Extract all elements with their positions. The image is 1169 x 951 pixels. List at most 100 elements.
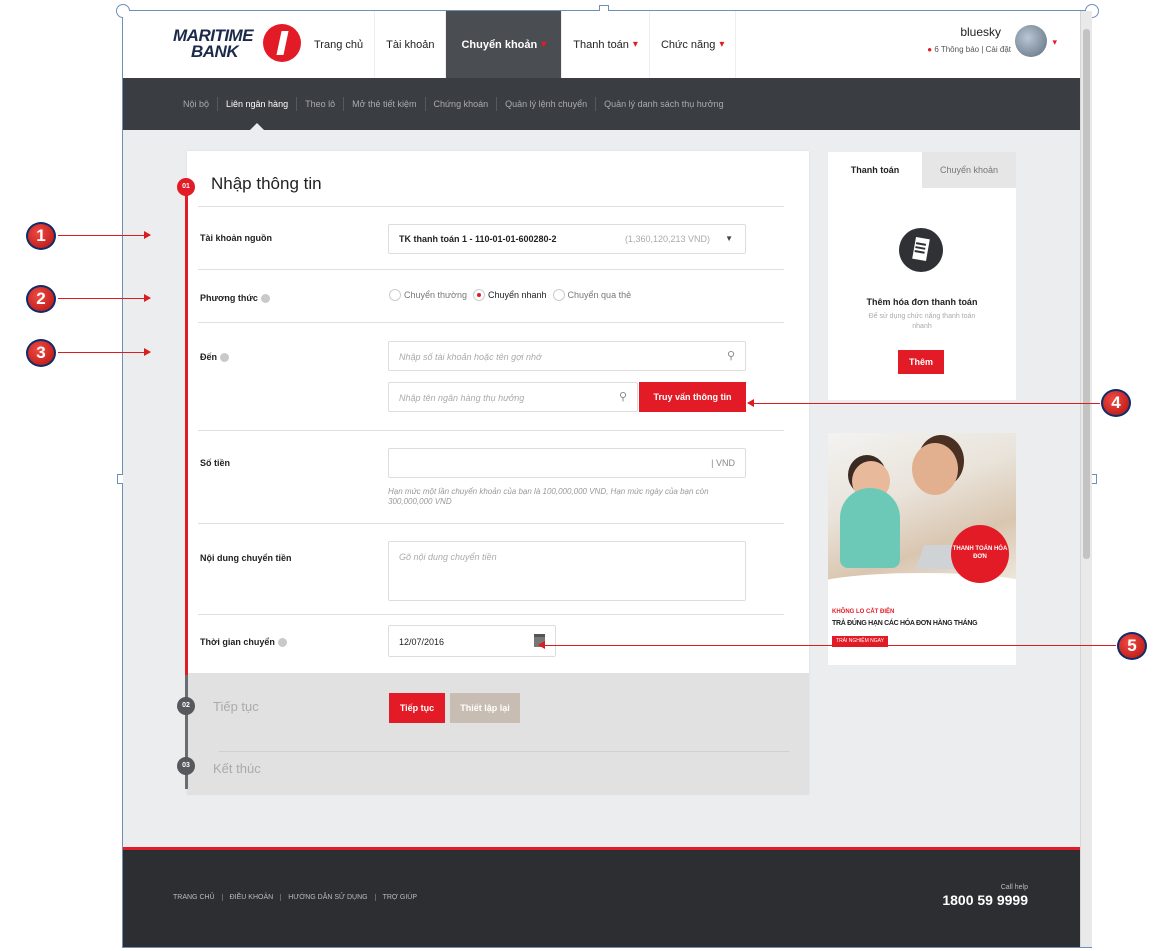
annotation-arrow-1 xyxy=(58,231,151,239)
subnav-savings[interactable]: Mở thẻ tiết kiệm xyxy=(344,97,426,111)
page-scrollbar[interactable] xyxy=(1080,11,1092,947)
promo-subline: TRẢ ĐÚNG HẠN CÁC HÓA ĐƠN HÀNG THÁNG xyxy=(832,620,978,627)
subnav-transfer-orders[interactable]: Quản lý lệnh chuyển xyxy=(497,97,597,111)
continue-button[interactable]: Tiếp tục xyxy=(389,693,445,723)
promo-photo-mother xyxy=(912,443,958,495)
subnav-securities[interactable]: Chứng khoán xyxy=(426,97,498,111)
annotation-marker-3: 3 xyxy=(26,339,56,367)
step-badge-1: 01 xyxy=(177,178,195,196)
transfer-time-label: Thời gian chuyển xyxy=(200,637,287,648)
footer-links: TRANG CHỦ ĐIỀU KHOẢN HƯỚNG DẪN SỬ DỤNG T… xyxy=(173,894,424,901)
divider xyxy=(198,322,784,323)
nav-features[interactable]: Chức năng ▾ xyxy=(650,11,737,78)
user-menu[interactable]: bluesky ● 6 Thông báo | Cài đặt ▾ xyxy=(873,25,1073,65)
invoice-icon xyxy=(899,228,943,272)
footer-link-help[interactable]: TRỢ GIÚP xyxy=(376,894,424,901)
footer-link-home[interactable]: TRANG CHỦ xyxy=(173,894,223,901)
hotline-number[interactable]: 1800 59 9999 xyxy=(942,892,1028,908)
panel-tabs: Thanh toán Chuyển khoản xyxy=(828,152,1016,188)
subnav-internal[interactable]: Nội bộ xyxy=(175,97,219,111)
notifications-link[interactable]: 6 Thông báo xyxy=(934,45,979,54)
annotation-marker-2: 2 xyxy=(26,285,56,313)
radio-standard[interactable]: Chuyển thường xyxy=(389,289,467,301)
user-name: bluesky xyxy=(960,25,1001,39)
chevron-down-icon: ▾ xyxy=(632,39,638,50)
tab-transfer[interactable]: Chuyển khoản xyxy=(922,152,1016,188)
search-icon[interactable]: ⚲ xyxy=(619,390,627,403)
avatar[interactable] xyxy=(1015,25,1047,57)
next-steps-band xyxy=(187,673,809,795)
panel-description: Để sử dụng chức năng thanh toán nhanh xyxy=(868,313,976,330)
scrollbar-thumb[interactable] xyxy=(1083,29,1090,559)
annotation-marker-5: 5 xyxy=(1117,632,1147,660)
promo-headline: KHÔNG LO CẮT ĐIỆN xyxy=(832,609,895,615)
divider xyxy=(198,269,784,270)
reset-button[interactable]: Thiết lập lại xyxy=(450,693,520,723)
annotation-arrow-4 xyxy=(747,399,1100,407)
maritime-bank-logo[interactable]: MARITIME BANK xyxy=(173,24,301,66)
amount-input[interactable]: | VND xyxy=(388,448,746,478)
recipient-account-input[interactable]: Nhập số tài khoản hoặc tên gợi nhớ ⚲ xyxy=(388,341,746,371)
search-icon[interactable]: ⚲ xyxy=(727,349,735,362)
source-account-label: Tài khoản nguồn xyxy=(200,233,272,243)
radio-fast[interactable]: Chuyển nhanh xyxy=(472,289,547,301)
limit-hint: Hạn mức một lần chuyển khoản của bạn là … xyxy=(388,487,709,506)
step-badge-3: 03 xyxy=(177,757,195,775)
annotation-marker-4: 4 xyxy=(1101,389,1131,417)
logo-mark-icon xyxy=(263,24,301,62)
footer-link-terms[interactable]: ĐIỀU KHOẢN xyxy=(223,894,282,901)
bell-icon[interactable]: ● xyxy=(927,45,932,54)
transfer-date-input[interactable]: 12/07/2016 xyxy=(388,625,556,657)
nav-transfer[interactable]: Chuyển khoản ▾ xyxy=(446,11,563,78)
content-label: Nội dung chuyển tiền xyxy=(200,553,292,563)
method-radio-group: Chuyển thường Chuyển nhanh Chuyển qua th… xyxy=(389,289,637,301)
nav-payment[interactable]: Thanh toán ▾ xyxy=(562,11,650,78)
screenshot-canvas: MARITIME BANK Trang chủ Tài khoản Chuyển… xyxy=(0,0,1169,951)
divider xyxy=(198,430,784,431)
add-invoice-button[interactable]: Thêm xyxy=(898,350,944,374)
chevron-down-icon[interactable]: ▾ xyxy=(1052,37,1057,48)
chevron-down-icon: ▾ xyxy=(541,39,547,50)
promo-banner[interactable]: THANH TOÁN HÓA ĐƠN KHÔNG LO CẮT ĐIỆN TRẢ… xyxy=(828,433,1016,665)
method-label: Phương thức xyxy=(200,293,270,304)
sub-nav: Nội bộ Liên ngân hàng Theo lô Mở thẻ tiế… xyxy=(123,78,1080,130)
radio-card[interactable]: Chuyển qua thẻ xyxy=(552,289,631,301)
info-icon[interactable] xyxy=(220,353,230,363)
promo-badge: THANH TOÁN HÓA ĐƠN xyxy=(951,525,1009,583)
user-links: ● 6 Thông báo | Cài đặt xyxy=(927,45,1011,54)
annotation-arrow-2 xyxy=(58,294,151,302)
nav-home[interactable]: Trang chủ xyxy=(303,11,376,78)
recipient-bank-input[interactable]: Nhập tên ngân hàng thụ hưởng ⚲ xyxy=(388,382,638,412)
divider xyxy=(198,523,784,524)
chevron-down-icon: ▾ xyxy=(719,39,725,50)
dropdown-arrow-icon: ▼ xyxy=(725,234,733,243)
site-header: MARITIME BANK Trang chủ Tài khoản Chuyển… xyxy=(123,11,1080,78)
lookup-button[interactable]: Truy vấn thông tin xyxy=(639,382,746,412)
subnav-beneficiaries[interactable]: Quản lý danh sách thụ hưởng xyxy=(596,97,732,111)
step-badge-2: 02 xyxy=(177,697,195,715)
settings-link[interactable]: Cài đặt xyxy=(986,45,1011,54)
tab-payment[interactable]: Thanh toán xyxy=(828,152,922,188)
info-icon[interactable] xyxy=(277,638,287,648)
nav-account[interactable]: Tài khoản xyxy=(375,11,447,78)
subnav-batch[interactable]: Theo lô xyxy=(297,97,345,111)
info-icon[interactable] xyxy=(260,294,270,304)
destination-label: Đến xyxy=(200,352,230,363)
panel-title: Thêm hóa đơn thanh toán xyxy=(866,297,978,307)
step-3-title: Kết thúc xyxy=(213,761,261,776)
promo-photo-child xyxy=(840,488,900,568)
amount-label: Số tiền xyxy=(200,458,231,468)
call-help-label: Call help xyxy=(1000,884,1028,891)
main-nav: Trang chủ Tài khoản Chuyển khoản ▾ Thanh … xyxy=(303,11,737,78)
divider xyxy=(198,206,784,207)
source-account-select[interactable]: TK thanh toán 1 - 110-01-01-600280-2 (1,… xyxy=(388,224,746,254)
annotation-arrow-3 xyxy=(58,348,151,356)
annotation-marker-1: 1 xyxy=(26,222,56,250)
divider xyxy=(219,751,789,752)
step-title: Nhập thông tin xyxy=(211,174,322,193)
subnav-interbank[interactable]: Liên ngân hàng xyxy=(218,97,298,130)
quick-pay-panel: Thanh toán Chuyển khoản Thêm hóa đơn tha… xyxy=(828,152,1016,400)
step-2-title: Tiếp tục xyxy=(213,699,259,714)
footer-link-guide[interactable]: HƯỚNG DẪN SỬ DỤNG xyxy=(281,894,376,901)
transfer-content-textarea[interactable]: Gõ nội dung chuyển tiền xyxy=(388,541,746,601)
